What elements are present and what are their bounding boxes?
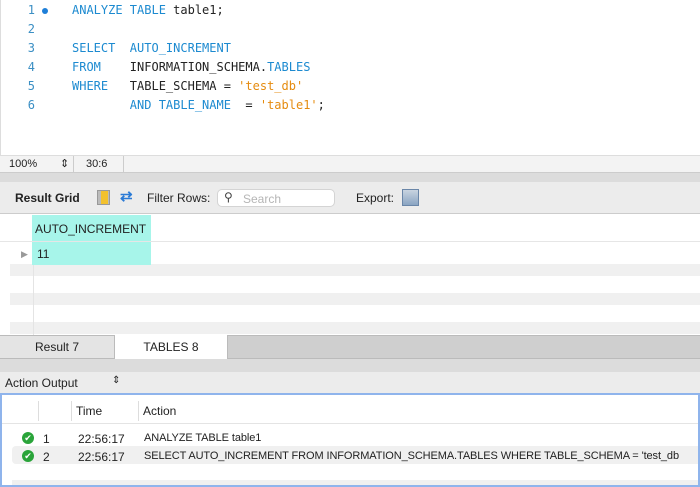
- code-token: FROM: [72, 60, 130, 74]
- editor-status-bar: 100% ⇕ 30:6: [0, 155, 700, 173]
- code-line[interactable]: 6 AND TABLE_NAME = 'table1';: [1, 96, 700, 115]
- code-token: SELECT AUTO_INCREMENT: [72, 41, 231, 55]
- column-header-time[interactable]: Time: [76, 404, 102, 418]
- sql-editor[interactable]: 1 ANALYZE TABLE table1; 2 3 SELECT AUTO_INCR…: [0, 0, 700, 155]
- code-token: 'table1': [259, 98, 318, 112]
- column-header-label: AUTO_INCREMENT: [35, 222, 147, 236]
- code-token: 'test_db': [238, 79, 304, 93]
- export-icon[interactable]: [402, 189, 419, 206]
- row-number: 1: [43, 432, 50, 446]
- tab-label: Result 7: [34, 340, 80, 354]
- divider: [123, 156, 124, 173]
- chevron-updown-icon: ⇕: [112, 375, 121, 386]
- line-number: 6: [27, 98, 35, 112]
- divider: [138, 401, 139, 421]
- row-action: ANALYZE TABLE table1: [144, 432, 262, 444]
- column-header-auto-increment[interactable]: AUTO_INCREMENT: [32, 215, 151, 241]
- code-token: INFORMATION_SCHEMA.: [129, 60, 268, 74]
- row-number: 2: [43, 450, 50, 464]
- filter-rows-label: Filter Rows:: [147, 191, 211, 205]
- code-text: FROM INFORMATION_SCHEMA.TABLES: [72, 58, 310, 77]
- output-type-label: Action Output: [5, 376, 78, 390]
- result-grid: AUTO_INCREMENT ▶ 11: [0, 214, 700, 335]
- code-text: ANALYZE TABLE table1;: [72, 1, 224, 20]
- divider: [38, 401, 39, 421]
- cell-value: 11: [37, 247, 50, 261]
- row-pointer-icon: ▶: [21, 249, 28, 259]
- line-number: 2: [27, 22, 35, 36]
- row-time: 22:56:17: [78, 432, 125, 446]
- code-token: AND TABLE_NAME: [72, 98, 231, 112]
- refresh-icon[interactable]: ⇄: [120, 187, 133, 205]
- line-number: 5: [27, 79, 35, 93]
- divider: [2, 423, 698, 424]
- result-tabs: Result 7 TABLES 8: [0, 335, 700, 359]
- grid-view-icon[interactable]: [97, 190, 110, 205]
- zoom-level: 100%: [9, 158, 38, 170]
- output-type-select[interactable]: Action Output ⇕: [0, 372, 700, 393]
- statement-marker-icon: [42, 8, 48, 14]
- zoom-stepper-icon[interactable]: ⇕: [60, 157, 69, 170]
- tab-result-7[interactable]: Result 7: [0, 336, 115, 358]
- result-toolbar: Result Grid ⇄ Filter Rows: ⚲ Search Expo…: [0, 182, 700, 214]
- code-line[interactable]: 1 ANALYZE TABLE table1;: [1, 1, 700, 20]
- row-stripe: [10, 264, 700, 276]
- row-time: 22:56:17: [78, 450, 125, 464]
- action-output-panel: Time Action ✔ 1 22:56:17 ANALYZE TABLE t…: [0, 393, 700, 487]
- export-label: Export:: [356, 191, 395, 205]
- code-text: AND TABLE_NAME = 'table1';: [72, 96, 325, 115]
- output-row[interactable]: ✔ 2 22:56:17 SELECT AUTO_INCREMENT FROM …: [2, 447, 698, 465]
- code-text: WHERE TABLE_SCHEMA = 'test_db': [72, 77, 303, 96]
- success-check-icon: ✔: [22, 450, 34, 462]
- code-token: TABLES: [267, 60, 311, 74]
- grid-cell[interactable]: 11: [32, 242, 151, 265]
- code-token: ;: [317, 98, 325, 112]
- splitter[interactable]: [0, 359, 700, 372]
- filter-search-input[interactable]: ⚲ Search: [217, 189, 335, 207]
- search-icon: ⚲: [224, 190, 233, 204]
- code-token: =: [230, 98, 260, 112]
- success-check-icon: ✔: [22, 432, 34, 444]
- tab-tables-8[interactable]: TABLES 8: [115, 335, 228, 359]
- tab-label: TABLES 8: [143, 340, 199, 354]
- code-line[interactable]: 4 FROM INFORMATION_SCHEMA.TABLES: [1, 58, 700, 77]
- code-line[interactable]: 2: [1, 20, 700, 39]
- row-stripe: [10, 322, 700, 334]
- code-text: SELECT AUTO_INCREMENT: [72, 39, 231, 58]
- result-grid-label: Result Grid: [15, 191, 80, 205]
- line-number: 3: [27, 41, 35, 55]
- row-stripe: [10, 293, 700, 305]
- line-number: 1: [27, 3, 35, 17]
- code-token: TABLE_SCHEMA =: [129, 79, 239, 93]
- output-row[interactable]: ✔ 1 22:56:17 ANALYZE TABLE table1: [2, 429, 698, 447]
- column-header-action[interactable]: Action: [143, 404, 176, 418]
- code-line[interactable]: 5 WHERE TABLE_SCHEMA = 'test_db': [1, 77, 700, 96]
- splitter[interactable]: [0, 173, 700, 182]
- code-line[interactable]: 3 SELECT AUTO_INCREMENT: [1, 39, 700, 58]
- search-placeholder: Search: [243, 192, 282, 206]
- cursor-position: 30:6: [86, 158, 108, 170]
- code-token: table1;: [173, 3, 224, 17]
- code-token: WHERE: [72, 79, 130, 93]
- divider: [73, 156, 74, 173]
- code-token: ANALYZE TABLE: [72, 3, 174, 17]
- row-action: SELECT AUTO_INCREMENT FROM INFORMATION_S…: [144, 450, 679, 462]
- row-stripe: [12, 480, 698, 485]
- divider: [71, 401, 72, 421]
- line-number: 4: [27, 60, 35, 74]
